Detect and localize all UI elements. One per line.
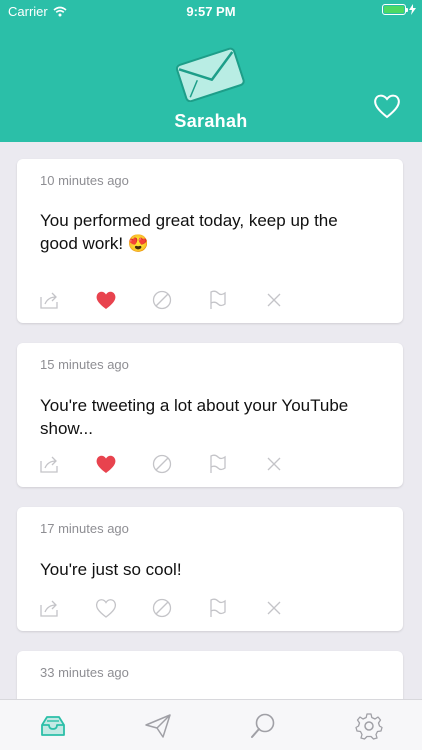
flag-icon[interactable] <box>206 596 230 620</box>
flag-icon[interactable] <box>206 288 230 312</box>
share-icon[interactable] <box>37 596 61 620</box>
heart-icon[interactable] <box>94 452 118 476</box>
message-feed[interactable]: 10 minutes ago You performed great today… <box>0 142 422 699</box>
settings-icon[interactable] <box>354 712 384 740</box>
send-icon[interactable] <box>143 712 173 740</box>
battery-status <box>382 4 416 15</box>
message-actions <box>17 288 403 312</box>
share-icon[interactable] <box>37 452 61 476</box>
message-card: 15 minutes ago You're tweeting a lot abo… <box>17 343 403 487</box>
app-title: Sarahah <box>174 111 248 131</box>
block-icon[interactable] <box>150 596 174 620</box>
status-bar: Carrier 9:57 PM <box>0 0 422 22</box>
tab-bar <box>0 699 422 750</box>
inbox-icon[interactable] <box>38 712 68 740</box>
message-text: You're tweeting a lot about your YouTube… <box>40 396 349 438</box>
delete-icon[interactable] <box>262 596 286 620</box>
status-time: 9:57 PM <box>186 4 236 19</box>
message-actions <box>17 596 403 620</box>
heart-outline-icon[interactable] <box>94 596 118 620</box>
message-timestamp: 33 minutes ago <box>40 665 129 680</box>
battery-icon <box>382 4 408 15</box>
share-icon[interactable] <box>37 288 61 312</box>
flag-icon[interactable] <box>206 452 230 476</box>
message-card: 33 minutes ago <box>17 651 403 699</box>
envelope-icon <box>175 47 245 102</box>
message-text: You performed great today, keep up the g… <box>40 211 338 253</box>
block-icon[interactable] <box>150 452 174 476</box>
message-timestamp: 17 minutes ago <box>40 521 129 536</box>
block-icon[interactable] <box>150 288 174 312</box>
charging-icon <box>409 4 416 15</box>
message-card: 10 minutes ago You performed great today… <box>17 159 403 323</box>
search-icon[interactable] <box>248 712 278 740</box>
delete-icon[interactable] <box>262 288 286 312</box>
delete-icon[interactable] <box>262 452 286 476</box>
app-header: Carrier 9:57 PM Sarahah <box>0 0 422 142</box>
message-card: 17 minutes ago You're just so cool! <box>17 507 403 631</box>
message-timestamp: 10 minutes ago <box>40 173 129 188</box>
favorites-heart-icon[interactable] <box>372 92 402 120</box>
message-timestamp: 15 minutes ago <box>40 357 129 372</box>
heart-icon[interactable] <box>94 288 118 312</box>
message-actions <box>17 452 403 476</box>
message-text: You're just so cool! <box>40 560 182 579</box>
